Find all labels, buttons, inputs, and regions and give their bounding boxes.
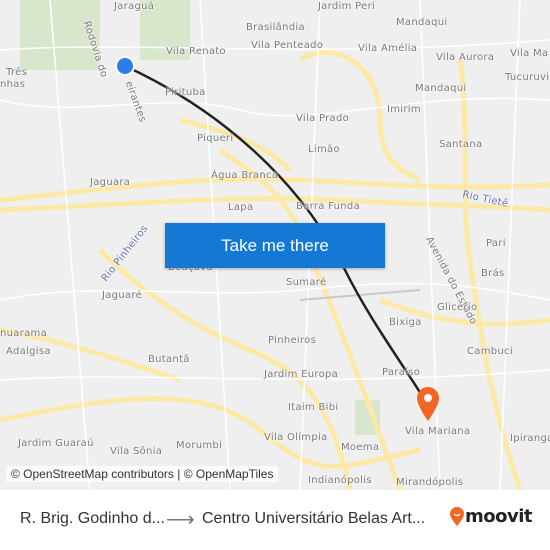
map-label: Pirituba	[165, 87, 206, 98]
map-label: Bixiga	[389, 317, 422, 328]
map-label: Vila Aurora	[436, 52, 495, 63]
destination-name: Centro Universitário Belas Art...	[202, 510, 426, 527]
map-label: Mirandópolis	[396, 477, 464, 488]
map-label: Santana	[439, 139, 483, 150]
map-label: Mandaqui	[415, 83, 467, 94]
map-label: Itaim Bibi	[288, 402, 339, 413]
map-label: Jardim Guaraú	[18, 438, 94, 449]
map-label: nhas	[0, 79, 26, 90]
map-label: Jardim Peri	[318, 1, 376, 12]
map-label: Jaguara	[90, 177, 131, 188]
map-label: Lapa	[228, 202, 254, 213]
map-label: Pinheiros	[268, 335, 317, 346]
map-label: Vila Sônia	[110, 446, 163, 457]
map[interactable]: Jaraguá Jardim Peri Brasilândia Mandaqui…	[0, 0, 550, 490]
map-label: Piqueri	[197, 133, 234, 144]
arrow-right-icon: ⟶	[166, 509, 195, 531]
map-label: Pari	[486, 238, 506, 249]
map-label: Barra Funda	[296, 201, 360, 212]
map-label: Morumbi	[176, 440, 223, 451]
map-label: Vila Ma	[510, 48, 549, 59]
map-label: Vila Prado	[296, 113, 350, 124]
map-label: Adalgisa	[6, 346, 51, 357]
map-label: Brás	[481, 268, 505, 279]
map-label: Três	[6, 67, 28, 78]
moovit-wordmark: moovit	[465, 506, 533, 527]
origin-marker[interactable]	[114, 55, 136, 77]
moovit-logo: moovit	[449, 506, 533, 527]
map-label: Glicério	[437, 302, 478, 313]
origin-name: R. Brig. Godinho d...	[20, 510, 165, 527]
map-label: Tucuruvi	[505, 72, 550, 83]
map-label: Cambuci	[467, 346, 513, 357]
route-footer: R. Brig. Godinho d... ⟶ Centro Universit…	[0, 490, 550, 550]
map-label: Imirim	[387, 104, 421, 115]
map-label: Jardim Europa	[264, 369, 339, 380]
map-label: Paraíso	[382, 367, 421, 378]
map-label: Água Branca	[211, 170, 279, 181]
map-label: Vila Mariana	[405, 426, 471, 437]
map-label: Vila Olímpia	[264, 432, 328, 443]
map-label: Indianópolis	[308, 475, 372, 486]
map-label: Brasilândia	[246, 22, 305, 33]
map-label: Jaguaré	[102, 290, 143, 301]
map-label: Vila Penteado	[251, 40, 324, 51]
map-attribution[interactable]: © OpenStreetMap contributors | © OpenMap…	[6, 466, 279, 482]
destination-pin-icon[interactable]	[415, 386, 441, 422]
map-label: Sumaré	[286, 277, 327, 288]
moovit-pin-icon	[450, 506, 464, 526]
map-label: Limão	[308, 144, 340, 155]
map-label: Vila Amélia	[358, 43, 418, 54]
map-label: Jaraguá	[114, 1, 155, 12]
map-label: Ipiranga	[510, 433, 550, 444]
map-label: Mandaqui	[396, 17, 448, 28]
map-label: Vila Renato	[166, 46, 226, 57]
take-me-there-button[interactable]: Take me there	[165, 223, 385, 268]
map-label: Moema	[341, 442, 380, 453]
map-label: nuarama	[0, 328, 48, 339]
map-label: Butantã	[148, 354, 190, 365]
